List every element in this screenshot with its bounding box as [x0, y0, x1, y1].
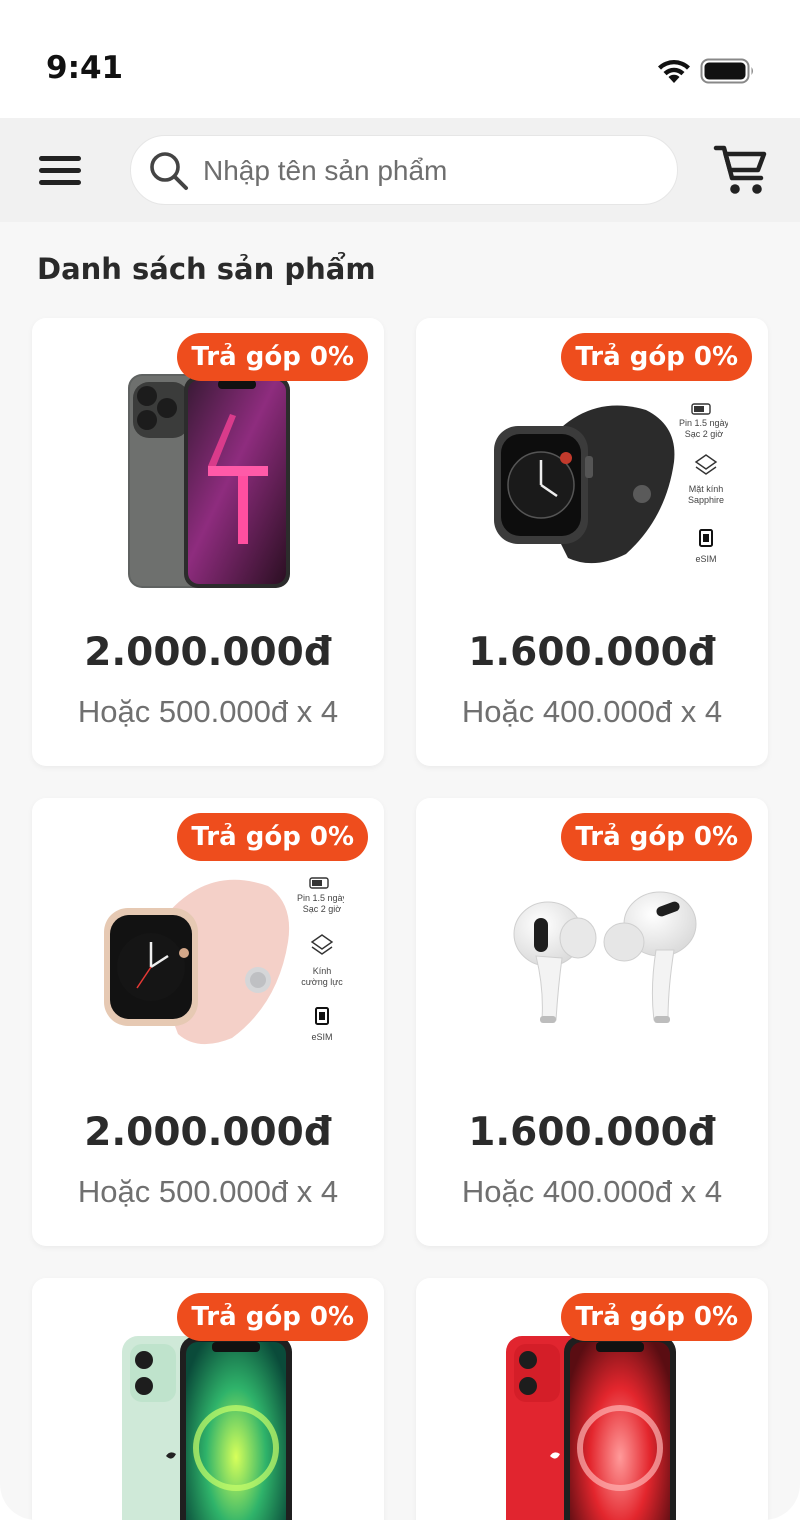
installment-badge: Trả góp 0%: [177, 1293, 368, 1341]
search-input[interactable]: [203, 146, 653, 196]
product-card[interactable]: Trả góp 0% 1.600.000đ Hoặc 400.000đ x 4: [416, 798, 768, 1246]
status-bar: 9:41: [0, 0, 800, 118]
installment-badge: Trả góp 0%: [561, 813, 752, 861]
product-price: 1.600.000đ: [468, 630, 716, 675]
product-image: Pin 1.5 ngày Sạc 2 giờ Mặt kính Sapphire…: [494, 403, 728, 564]
product-image: [513, 891, 697, 1023]
battery-icon: [700, 58, 753, 84]
product-card[interactable]: Trả góp 0% 2.000.000đ Hoặc 500.000đ x 4: [32, 318, 384, 766]
product-card[interactable]: Trả góp 0%: [416, 1278, 768, 1520]
product-grid: Trả góp 0% 2.000.000đ Hoặc 500.000đ x 4: [0, 222, 800, 1520]
spec-text: cường lực: [301, 977, 343, 987]
spec-text: Sạc 2 giờ: [303, 904, 342, 914]
installment-badge: Trả góp 0%: [177, 333, 368, 381]
phone-screen: 9:41 Nhập tên sản phẩm Danh sách sản phẩ…: [0, 0, 800, 1520]
product-price: 2.000.000đ: [84, 630, 332, 675]
wifi-icon: [658, 60, 690, 83]
hamburger-menu-icon: [39, 156, 81, 161]
product-price: 1.600.000đ: [468, 1110, 716, 1155]
installment-badge: Trả góp 0%: [561, 333, 752, 381]
product-image: Pin 1.5 ngày Sạc 2 giờ Kính cường lực eS…: [104, 877, 344, 1045]
search-icon: [150, 152, 188, 190]
spec-text: Sapphire: [688, 495, 724, 505]
product-image: [506, 1336, 676, 1520]
spec-text: Pin 1.5 ngày: [297, 893, 344, 903]
spec-text: Kính: [313, 966, 332, 976]
menu-button[interactable]: [36, 148, 84, 192]
cart-button[interactable]: [712, 143, 770, 197]
app-header: [0, 118, 800, 222]
spec-text: eSIM: [311, 1032, 332, 1042]
installment-text: Hoặc 500.000đ x 4: [77, 694, 339, 729]
spec-icons: Pin 1.5 ngày Sạc 2 giờ Kính cường lực eS…: [297, 877, 344, 1042]
shopping-cart-icon: [713, 145, 767, 194]
product-image: [122, 1336, 292, 1520]
spec-text: eSIM: [695, 554, 716, 564]
search-bar[interactable]: [130, 135, 678, 205]
installment-badge: Trả góp 0%: [561, 1293, 752, 1341]
spec-text: Sạc 2 giờ: [685, 429, 724, 439]
installment-badge: Trả góp 0%: [177, 813, 368, 861]
product-list-section: Danh sách sản phẩm Trả góp 0% 2.000.000đ…: [0, 222, 800, 1520]
spec-text: Mặt kính: [689, 484, 724, 494]
product-card[interactable]: Pin 1.5 ngày Sạc 2 giờ Kính cường lực eS…: [32, 798, 384, 1246]
spec-text: Pin 1.5 ngày: [679, 418, 728, 428]
product-image: [128, 374, 290, 588]
spec-icons: Pin 1.5 ngày Sạc 2 giờ Mặt kính Sapphire…: [679, 403, 728, 564]
product-price: 2.000.000đ: [84, 1110, 332, 1155]
product-card[interactable]: Trả góp 0%: [32, 1278, 384, 1520]
product-card[interactable]: Pin 1.5 ngày Sạc 2 giờ Mặt kính Sapphire…: [416, 318, 768, 766]
status-time: 9:41: [46, 50, 124, 86]
installment-text: Hoặc 500.000đ x 4: [77, 1174, 339, 1209]
installment-text: Hoặc 400.000đ x 4: [461, 694, 723, 729]
installment-text: Hoặc 400.000đ x 4: [461, 1174, 723, 1209]
